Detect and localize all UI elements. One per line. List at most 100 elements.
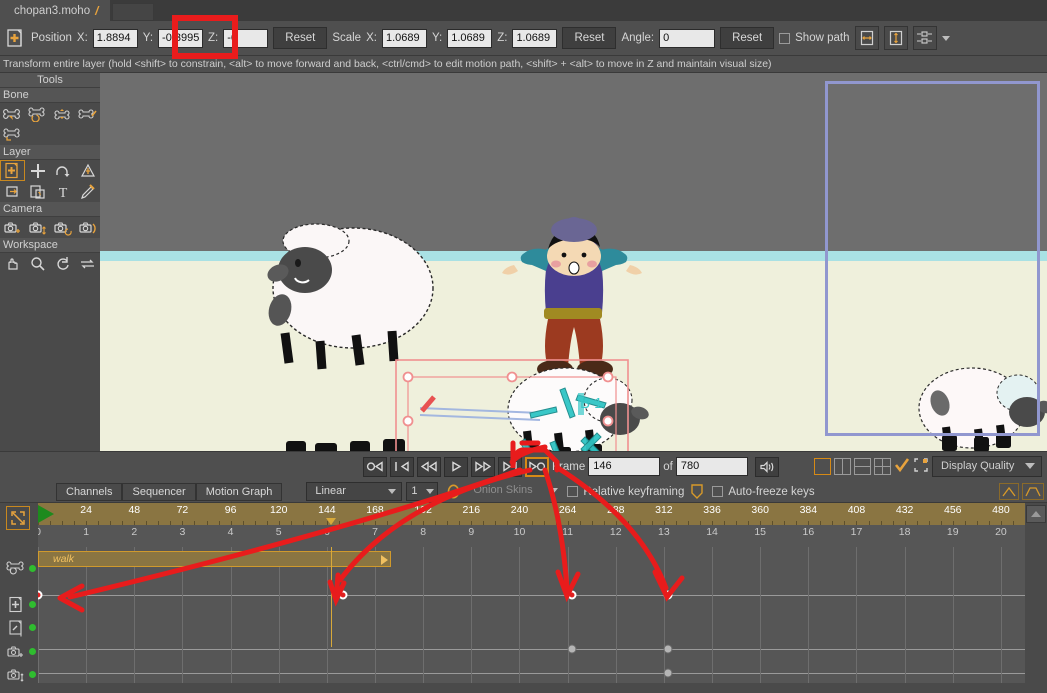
total-frames-input[interactable]: 780	[675, 457, 748, 476]
relative-keyframing-checkbox[interactable]	[567, 486, 579, 497]
angle-input[interactable]: 0	[659, 28, 716, 48]
eyedropper-icon[interactable]	[75, 181, 100, 202]
keyframe-marker[interactable]	[663, 590, 673, 600]
text-tool-icon[interactable]: T	[50, 181, 75, 202]
playhead-line	[330, 547, 332, 647]
keyframe-marker[interactable]	[663, 668, 673, 678]
chevron-down-icon[interactable]	[941, 35, 950, 41]
keyframe-marker[interactable]	[338, 590, 348, 600]
channel-enable-dot[interactable]	[29, 565, 36, 572]
channel-icon-layer-transform[interactable]	[4, 595, 30, 615]
go-to-start-button[interactable]	[390, 456, 414, 477]
layer-move-icon[interactable]	[25, 181, 50, 202]
channel-enable-dot[interactable]	[29, 624, 36, 631]
channel-enable-dot[interactable]	[29, 601, 36, 608]
position-z-input[interactable]: -6	[223, 28, 269, 48]
select-bounds-icon[interactable]	[913, 457, 929, 476]
keyframe-marker[interactable]	[567, 590, 577, 600]
timeline-scrollbar[interactable]	[1025, 503, 1047, 683]
bone-offset-icon[interactable]	[0, 124, 25, 145]
onion-skins-dropdown[interactable]: Onion Skins	[465, 482, 563, 501]
visible-checkbox[interactable]	[894, 457, 910, 476]
camera-zoom-icon[interactable]	[25, 217, 50, 238]
grid-line	[230, 547, 232, 683]
expand-timeline-icon[interactable]	[6, 506, 30, 530]
scale-reset-button[interactable]: Reset	[562, 27, 617, 49]
show-path-checkbox[interactable]	[779, 32, 791, 44]
layer-transform-icon	[4, 27, 26, 49]
channel-icon-bone-rotate[interactable]	[4, 558, 30, 578]
keyframe-marker[interactable]	[663, 644, 673, 654]
keyframe-shield-icon[interactable]	[690, 483, 705, 500]
position-reset-button[interactable]: Reset	[273, 27, 328, 49]
grid-line	[1000, 547, 1002, 683]
grid-line	[808, 547, 810, 683]
rotate-workspace-icon[interactable]	[50, 253, 75, 274]
camera-track-icon[interactable]	[0, 217, 25, 238]
tab-sequencer[interactable]: Sequencer	[122, 482, 196, 501]
layer-rotate-icon[interactable]	[50, 160, 75, 181]
document-tab-bar: chopan3.moho /	[0, 0, 1047, 21]
pan-hand-icon[interactable]	[0, 253, 25, 274]
go-to-end-button[interactable]	[498, 456, 522, 477]
view-four-button[interactable]	[874, 458, 891, 475]
transform-options-icon[interactable]	[912, 26, 937, 50]
interp-step-dropdown[interactable]: 1	[406, 482, 439, 501]
scale-y-input[interactable]: 1.0689	[447, 28, 493, 48]
play-button[interactable]	[444, 456, 468, 477]
layer-shear-icon[interactable]	[75, 160, 100, 181]
frame-input[interactable]: 146	[588, 457, 661, 476]
ease-out-icon[interactable]	[1022, 483, 1044, 500]
channel-enable-dot[interactable]	[29, 648, 36, 655]
bone-rotate-icon[interactable]	[25, 103, 50, 124]
view-two-button[interactable]	[834, 458, 851, 475]
position-label: Position	[31, 32, 72, 44]
loop-end-button[interactable]	[525, 456, 549, 477]
new-tab-button[interactable]	[112, 3, 155, 21]
interpolation-dropdown[interactable]: Linear	[306, 482, 403, 501]
channel-enable-dot[interactable]	[29, 671, 36, 678]
layer-transform-icon[interactable]	[0, 160, 25, 181]
view-three-button[interactable]	[854, 458, 871, 475]
scale-x-input[interactable]: 1.0689	[381, 28, 427, 48]
action-end-handle[interactable]	[381, 555, 389, 565]
auto-freeze-keys-checkbox[interactable]	[712, 486, 724, 497]
onion-skin-icon[interactable]	[444, 483, 462, 501]
position-y-input[interactable]: -0.3995	[158, 28, 204, 48]
bone-scale-icon[interactable]	[50, 103, 75, 124]
layer-group-label: Layer	[0, 145, 100, 160]
rewind-to-start-button[interactable]	[363, 456, 387, 477]
camera-pan-icon[interactable]	[75, 217, 100, 238]
step-back-button[interactable]	[417, 456, 441, 477]
grid-line	[904, 547, 906, 683]
layer-translate-icon[interactable]	[25, 160, 50, 181]
tab-motion-graph[interactable]: Motion Graph	[195, 482, 283, 501]
step-forward-button[interactable]	[471, 456, 495, 477]
reset-workspace-icon[interactable]	[75, 253, 100, 274]
bone-add-icon[interactable]	[75, 103, 100, 124]
chevron-down-icon	[1025, 463, 1035, 469]
scroll-up-button[interactable]	[1026, 505, 1046, 523]
animation-canvas[interactable]: B 1	[100, 73, 1047, 451]
flip-vertical-icon[interactable]	[883, 26, 908, 50]
channel-icon-camera-zoom[interactable]	[4, 665, 30, 685]
action-bar[interactable]: walk	[38, 551, 392, 567]
camera-roll-icon[interactable]	[50, 217, 75, 238]
keyframe-marker[interactable]	[567, 644, 577, 654]
flip-horizontal-icon[interactable]	[854, 26, 879, 50]
bone-select-icon[interactable]	[0, 103, 25, 124]
angle-reset-button[interactable]: Reset	[720, 27, 775, 49]
position-x-input[interactable]: 1.8894	[92, 28, 138, 48]
channel-icon-camera-track[interactable]	[4, 642, 30, 662]
tab-channels[interactable]: Channels	[56, 482, 123, 501]
channel-icon-layer-shear[interactable]	[4, 618, 30, 638]
scale-z-input[interactable]: 1.0689	[512, 28, 558, 48]
magnifier-icon[interactable]	[25, 253, 50, 274]
speaker-icon[interactable]	[754, 456, 779, 477]
view-single-button[interactable]	[814, 458, 831, 475]
document-tab[interactable]: chopan3.moho /	[0, 0, 111, 21]
display-quality-dropdown[interactable]: Display Quality	[932, 456, 1042, 477]
timeline-panel[interactable]: 0244872961201441681922162402642883123363…	[0, 503, 1047, 683]
layer-flip-icon[interactable]	[0, 181, 25, 202]
ease-in-icon[interactable]	[999, 483, 1019, 500]
